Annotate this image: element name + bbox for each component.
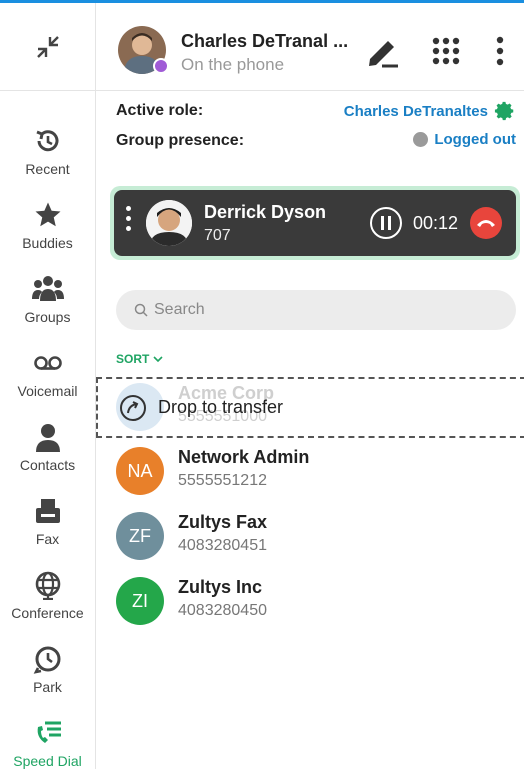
drop-to-transfer-label: Drop to transfer	[158, 397, 284, 417]
contact-name: Zultys Fax	[178, 512, 268, 532]
presence-indicator	[153, 58, 169, 74]
contact-avatar: ZI	[116, 577, 164, 625]
nav-buddies[interactable]: Buddies	[0, 195, 95, 265]
nav-groups[interactable]: Groups	[0, 269, 95, 339]
nav-label-contacts: Contacts	[19, 457, 76, 473]
dialpad-button[interactable]	[426, 31, 466, 71]
contact-name: Network Admin	[178, 447, 310, 467]
logged-out-dot-icon	[413, 132, 429, 147]
group-presence-label: Group presence:	[116, 132, 245, 149]
nav-label-speed-dial: Speed Dial	[13, 753, 82, 769]
pause-icon	[381, 216, 391, 230]
sidebar: Recent Buddies Groups Voicemail Contacts	[0, 3, 96, 769]
contact-avatar: NA	[116, 447, 164, 495]
app-root: Recent Buddies Groups Voicemail Contacts	[0, 0, 524, 769]
contact-phone: 4083280451	[178, 537, 267, 554]
hold-button[interactable]	[370, 207, 402, 239]
contact-item[interactable]: NA Network Admin 5555551212	[116, 443, 516, 499]
collapse-button[interactable]	[0, 3, 95, 91]
nav-voicemail[interactable]: Voicemail	[0, 343, 95, 413]
contact-item[interactable]: ZI Zultys Inc 4083280450	[116, 573, 516, 629]
drag-handle-icon[interactable]	[126, 206, 131, 231]
active-role-value[interactable]: Charles DeTranaltes	[344, 103, 488, 120]
sort-dropdown[interactable]: SORT	[116, 352, 163, 366]
active-call-body: Derrick Dyson 707 00:12	[114, 190, 516, 256]
nav-label-buddies: Buddies	[22, 235, 73, 251]
chevron-down-icon	[153, 355, 163, 362]
globe-icon	[30, 567, 66, 603]
more-menu-button[interactable]	[480, 31, 520, 71]
voicemail-icon	[30, 345, 66, 381]
speed-dial-icon	[30, 715, 66, 751]
group-presence-row: Logged out	[413, 131, 516, 148]
search-input[interactable]	[154, 301, 484, 319]
nav-label-fax: Fax	[35, 531, 60, 547]
nav-conference[interactable]: Conference	[0, 565, 95, 635]
nav-fax[interactable]: Fax	[0, 491, 95, 561]
hangup-button[interactable]	[470, 207, 502, 239]
nav-speed-dial[interactable]: Speed Dial	[0, 713, 95, 769]
sort-label: SORT	[116, 352, 150, 366]
contact-item[interactable]: ZF Zultys Fax 4083280451	[116, 508, 516, 564]
more-vertical-icon	[496, 36, 504, 66]
caller-name: Derrick Dyson	[204, 202, 327, 222]
contact-avatar: ZF	[116, 512, 164, 560]
search-bar[interactable]	[116, 290, 516, 330]
person-icon	[30, 419, 66, 455]
nav-label-recent: Recent	[25, 161, 70, 177]
active-role-row: Charles DeTranaltes	[344, 100, 516, 122]
star-icon	[30, 197, 66, 233]
nav-park[interactable]: Park	[0, 639, 95, 709]
settings-gear-icon[interactable]	[494, 100, 516, 122]
nav-contacts[interactable]: Contacts	[0, 417, 95, 487]
transfer-arrow-icon	[120, 394, 146, 421]
user-header: Charles DeTranal ... On the phone	[96, 3, 524, 91]
group-icon	[30, 271, 66, 307]
nav-label-park: Park	[33, 679, 62, 695]
nav-recent[interactable]: Recent	[0, 121, 95, 191]
user-name: Charles DeTranal ...	[181, 31, 349, 51]
group-presence-value[interactable]: Logged out	[434, 131, 516, 148]
collapse-arrows-icon	[36, 35, 59, 58]
pencil-icon	[369, 41, 398, 68]
park-clock-icon	[30, 641, 66, 677]
active-role-label: Active role:	[116, 102, 204, 119]
search-icon	[134, 303, 148, 317]
clock-history-icon	[30, 123, 66, 159]
hangup-phone-icon	[477, 220, 495, 227]
user-status: On the phone	[181, 55, 285, 74]
contact-phone: 4083280450	[178, 602, 267, 619]
compose-button[interactable]	[362, 31, 402, 71]
caller-avatar	[146, 200, 192, 246]
contact-phone: 5555551212	[178, 472, 267, 489]
dialpad-icon	[432, 37, 460, 65]
contact-name: Zultys Inc	[178, 577, 263, 597]
caller-extension: 707	[204, 227, 231, 244]
drop-to-transfer-zone[interactable]: Drop to transfer	[96, 377, 524, 438]
active-call-card[interactable]: Derrick Dyson 707 00:12	[110, 186, 520, 260]
nav-label-voicemail: Voicemail	[17, 383, 78, 399]
call-timer: 00:12	[413, 213, 459, 233]
nav-label-groups: Groups	[24, 309, 71, 325]
nav-label-conference: Conference	[11, 605, 84, 621]
fax-icon	[30, 493, 66, 529]
